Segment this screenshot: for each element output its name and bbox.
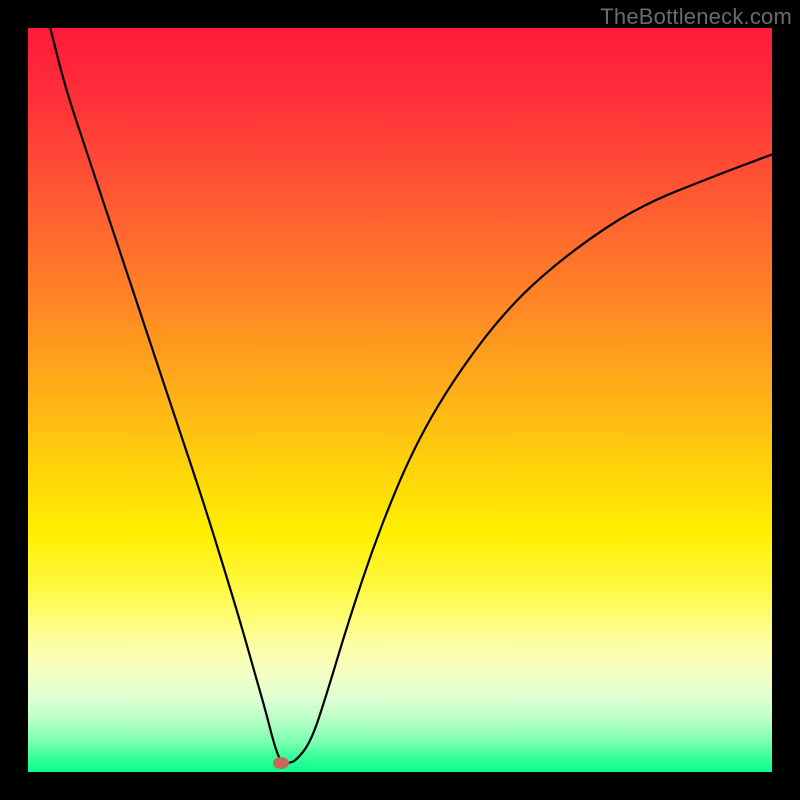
watermark-text: TheBottleneck.com: [600, 4, 792, 30]
plot-area: [28, 28, 772, 772]
optimal-point-marker: [273, 757, 289, 769]
bottleneck-curve: [28, 28, 772, 772]
chart-container: TheBottleneck.com: [0, 0, 800, 800]
